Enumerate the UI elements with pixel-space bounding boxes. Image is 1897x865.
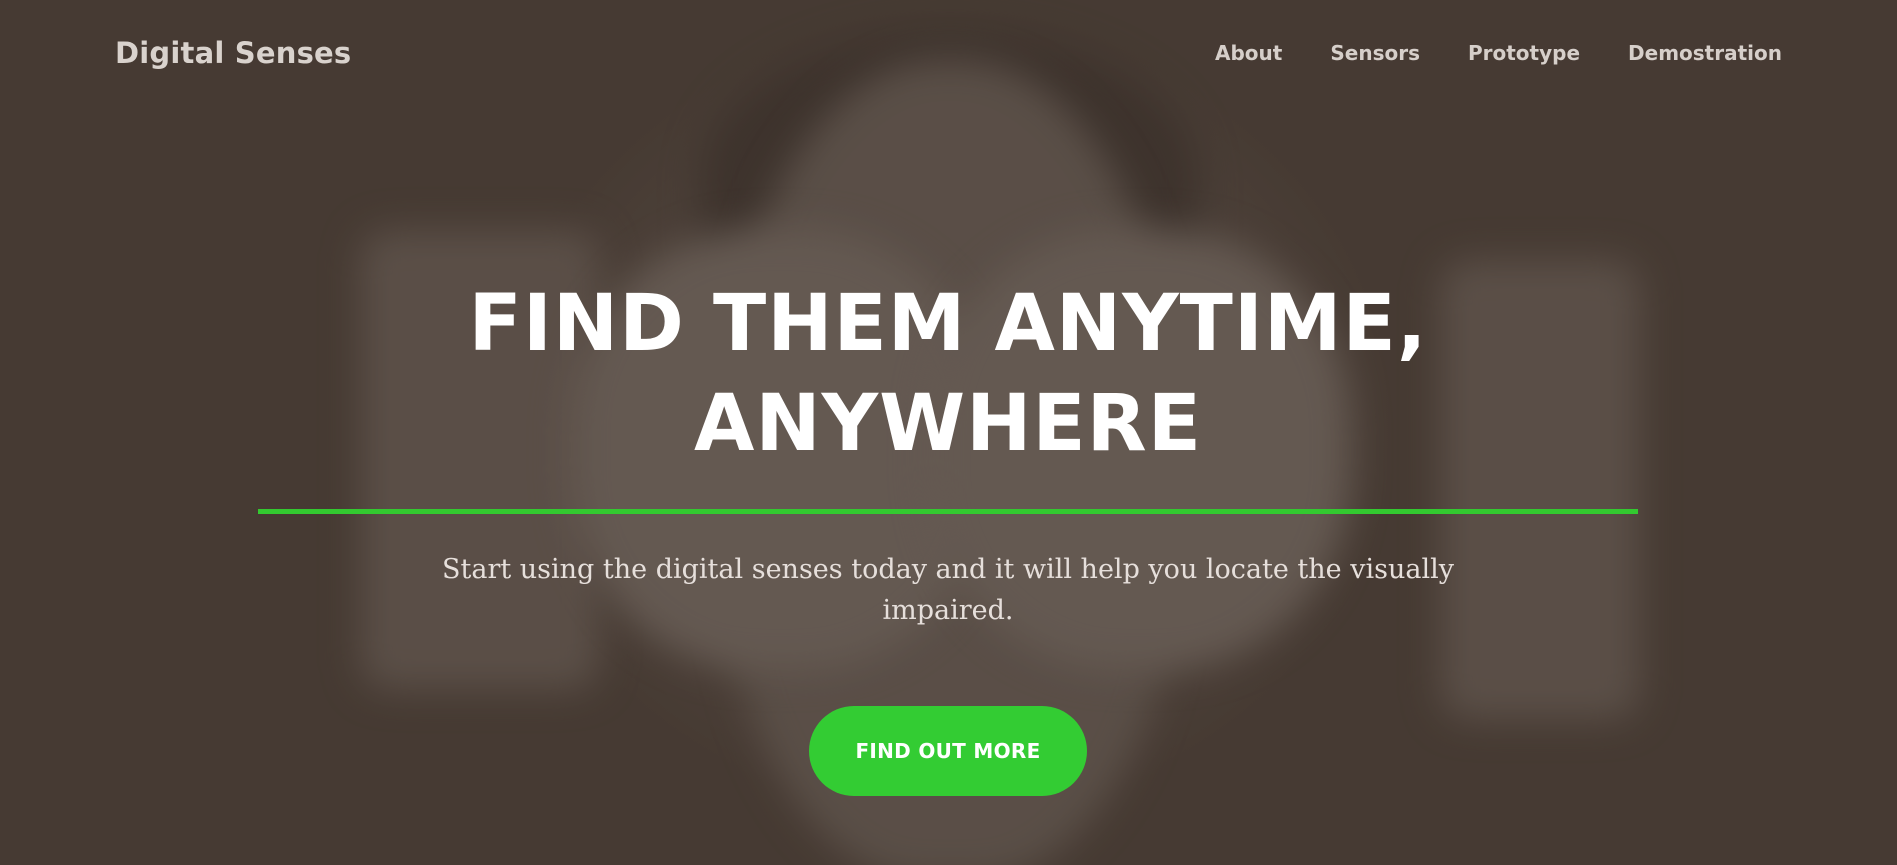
find-out-more-button[interactable]: FIND OUT MORE	[809, 706, 1087, 796]
hero-divider	[258, 509, 1638, 514]
nav-link-about[interactable]: About	[1215, 41, 1282, 65]
nav-link-prototype[interactable]: Prototype	[1468, 41, 1580, 65]
nav-link-sensors[interactable]: Sensors	[1330, 41, 1420, 65]
nav-links: About Sensors Prototype Demostration	[1215, 41, 1782, 65]
top-navbar: Digital Senses About Sensors Prototype D…	[0, 0, 1897, 108]
brand-logo-link[interactable]: Digital Senses	[115, 36, 351, 70]
hero-content: FIND THEM ANYTIME, ANYWHERE Start using …	[0, 0, 1897, 865]
hero-section: Digital Senses About Sensors Prototype D…	[0, 0, 1897, 865]
nav-link-demostration[interactable]: Demostration	[1628, 41, 1782, 65]
hero-headline: FIND THEM ANYTIME, ANYWHERE	[468, 279, 1428, 469]
hero-subtext: Start using the digital senses today and…	[442, 554, 1454, 626]
